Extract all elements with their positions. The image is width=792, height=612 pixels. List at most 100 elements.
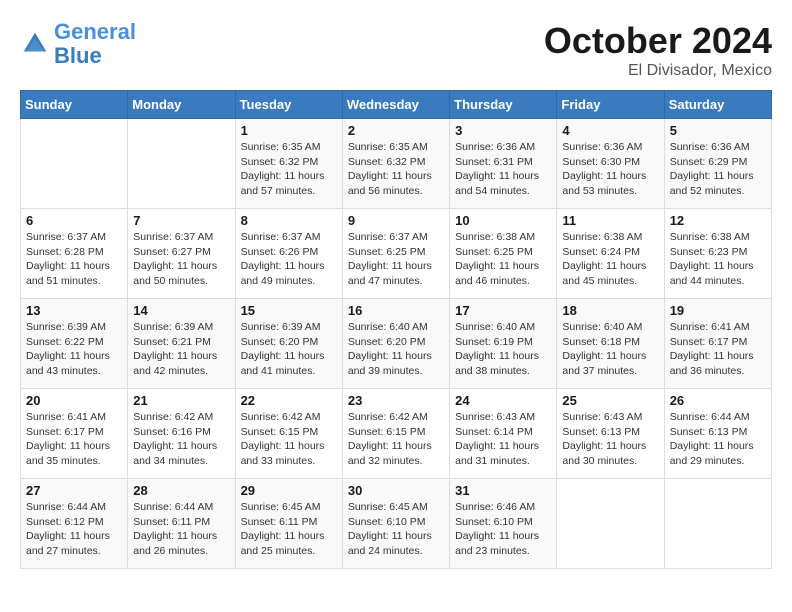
day-info: Sunrise: 6:41 AM Sunset: 6:17 PM Dayligh… xyxy=(26,410,122,469)
day-number: 12 xyxy=(670,213,766,228)
calendar-cell: 1Sunrise: 6:35 AM Sunset: 6:32 PM Daylig… xyxy=(235,119,342,209)
month-title: October 2024 xyxy=(544,20,772,62)
day-info: Sunrise: 6:43 AM Sunset: 6:13 PM Dayligh… xyxy=(562,410,658,469)
day-info: Sunrise: 6:44 AM Sunset: 6:13 PM Dayligh… xyxy=(670,410,766,469)
title-block: October 2024 El Divisador, Mexico xyxy=(544,20,772,80)
calendar-cell: 2 Sunrise: 6:35 AM Sunset: 6:32 PM Daylig… xyxy=(342,119,449,209)
header-tuesday: Tuesday xyxy=(235,91,342,119)
day-number: 31 xyxy=(455,483,551,498)
day-info: Sunrise: 6:36 AM Sunset: 6:29 PM Dayligh… xyxy=(670,140,766,199)
calendar-cell xyxy=(128,119,235,209)
calendar-cell: 10 Sunrise: 6:38 AM Sunset: 6:25 PM Dayli… xyxy=(450,209,557,299)
calendar-cell: 27 Sunrise: 6:44 AM Sunset: 6:12 PM Dayli… xyxy=(21,479,128,569)
calendar-cell: 12 Sunrise: 6:38 AM Sunset: 6:23 PM Dayli… xyxy=(664,209,771,299)
day-info: Sunrise: 6:42 AM Sunset: 6:16 PM Dayligh… xyxy=(133,410,229,469)
day-number: 8 xyxy=(241,213,337,228)
calendar-cell: 28 Sunrise: 6:44 AM Sunset: 6:11 PM Dayli… xyxy=(128,479,235,569)
week-row-2: 6 Sunrise: 6:37 AM Sunset: 6:28 PM Daylig… xyxy=(21,209,772,299)
day-info: Sunrise: 6:39 AM Sunset: 6:21 PM Dayligh… xyxy=(133,320,229,379)
calendar-cell: 29 Sunrise: 6:45 AM Sunset: 6:11 PM Dayli… xyxy=(235,479,342,569)
day-info: Sunrise: 6:36 AM Sunset: 6:30 PM Dayligh… xyxy=(562,140,658,199)
calendar-cell: 30 Sunrise: 6:45 AM Sunset: 6:10 PM Dayli… xyxy=(342,479,449,569)
day-info: Sunrise: 6:43 AM Sunset: 6:14 PM Dayligh… xyxy=(455,410,551,469)
calendar-cell: 6 Sunrise: 6:37 AM Sunset: 6:28 PM Daylig… xyxy=(21,209,128,299)
header-wednesday: Wednesday xyxy=(342,91,449,119)
day-number: 21 xyxy=(133,393,229,408)
day-info: Sunrise: 6:41 AM Sunset: 6:17 PM Dayligh… xyxy=(670,320,766,379)
calendar-cell: 16Sunrise: 6:40 AM Sunset: 6:20 PM Dayli… xyxy=(342,299,449,389)
day-number: 13 xyxy=(26,303,122,318)
calendar-cell xyxy=(557,479,664,569)
calendar-cell: 18Sunrise: 6:40 AM Sunset: 6:18 PM Dayli… xyxy=(557,299,664,389)
day-info: Sunrise: 6:46 AM Sunset: 6:10 PM Dayligh… xyxy=(455,500,551,559)
calendar-cell: 8 Sunrise: 6:37 AM Sunset: 6:26 PM Daylig… xyxy=(235,209,342,299)
calendar-cell xyxy=(21,119,128,209)
day-info: Sunrise: 6:39 AM Sunset: 6:22 PM Dayligh… xyxy=(26,320,122,379)
day-number: 6 xyxy=(26,213,122,228)
day-info: Sunrise: 6:37 AM Sunset: 6:26 PM Dayligh… xyxy=(241,230,337,289)
day-number: 25 xyxy=(562,393,658,408)
day-info: Sunrise: 6:38 AM Sunset: 6:25 PM Dayligh… xyxy=(455,230,551,289)
day-number: 1 xyxy=(241,123,337,138)
day-info: Sunrise: 6:42 AM Sunset: 6:15 PM Dayligh… xyxy=(348,410,444,469)
header-row: Sunday Monday Tuesday Wednesday Thursday… xyxy=(21,91,772,119)
calendar-body: 1 Sunrise: 6:35 AM Sunset: 6:32 PM Daylig… xyxy=(21,119,772,569)
day-number: 18 xyxy=(562,303,658,318)
calendar-cell: 26 Sunrise: 6:44 AM Sunset: 6:13 PM Dayli… xyxy=(664,389,771,479)
calendar-cell: 24 Sunrise: 6:43 AM Sunset: 6:14 PM Dayli… xyxy=(450,389,557,479)
calendar-cell: 23 Sunrise: 6:42 AM Sunset: 6:15 PM Dayli… xyxy=(342,389,449,479)
header-sunday: Sunday xyxy=(21,91,128,119)
calendar-header: Sunday Monday Tuesday Wednesday Thursday… xyxy=(21,91,772,119)
day-number: 7 xyxy=(133,213,229,228)
day-number: 28 xyxy=(133,483,229,498)
calendar-cell: 14Sunrise: 6:39 AM Sunset: 6:21 PM Dayli… xyxy=(128,299,235,389)
calendar-cell: 15 Sunrise: 6:39 AM Sunset: 6:20 PM Dayli… xyxy=(235,299,342,389)
day-number: 10 xyxy=(455,213,551,228)
calendar-cell: 9Sunrise: 6:37 AM Sunset: 6:25 PM Daylig… xyxy=(342,209,449,299)
day-number: 19 xyxy=(670,303,766,318)
day-info: Sunrise: 6:38 AM Sunset: 6:24 PM Dayligh… xyxy=(562,230,658,289)
logo: General Blue xyxy=(20,20,136,68)
day-number: 22 xyxy=(241,393,337,408)
day-number: 2 xyxy=(348,123,444,138)
day-info: Sunrise: 6:44 AM Sunset: 6:11 PM Dayligh… xyxy=(133,500,229,559)
day-number: 11 xyxy=(562,213,658,228)
day-info: Sunrise: 6:37 AM Sunset: 6:27 PM Dayligh… xyxy=(133,230,229,289)
day-number: 24 xyxy=(455,393,551,408)
day-number: 27 xyxy=(26,483,122,498)
day-number: 29 xyxy=(241,483,337,498)
day-info: Sunrise: 6:40 AM Sunset: 6:19 PM Dayligh… xyxy=(455,320,551,379)
header-friday: Friday xyxy=(557,91,664,119)
week-row-5: 27 Sunrise: 6:44 AM Sunset: 6:12 PM Dayli… xyxy=(21,479,772,569)
day-info: Sunrise: 6:38 AM Sunset: 6:23 PM Dayligh… xyxy=(670,230,766,289)
day-number: 30 xyxy=(348,483,444,498)
week-row-3: 13 Sunrise: 6:39 AM Sunset: 6:22 PM Dayli… xyxy=(21,299,772,389)
day-number: 23 xyxy=(348,393,444,408)
day-number: 26 xyxy=(670,393,766,408)
day-number: 20 xyxy=(26,393,122,408)
calendar-cell xyxy=(664,479,771,569)
week-row-1: 1 Sunrise: 6:35 AM Sunset: 6:32 PM Daylig… xyxy=(21,119,772,209)
day-info: Sunrise: 6:44 AM Sunset: 6:12 PM Dayligh… xyxy=(26,500,122,559)
location-subtitle: El Divisador, Mexico xyxy=(544,62,772,80)
day-info: Sunrise: 6:39 AM Sunset: 6:20 PM Dayligh… xyxy=(241,320,337,379)
day-info: Sunrise: 6:35 AM Sunset: 6:32 PM Dayligh… xyxy=(348,140,444,199)
header-monday: Monday xyxy=(128,91,235,119)
calendar-cell: 25 Sunrise: 6:43 AM Sunset: 6:13 PM Dayli… xyxy=(557,389,664,479)
page-header: General Blue October 2024 El Divisador, … xyxy=(20,20,772,80)
day-number: 15 xyxy=(241,303,337,318)
day-info: Sunrise: 6:45 AM Sunset: 6:11 PM Dayligh… xyxy=(241,500,337,559)
day-number: 5 xyxy=(670,123,766,138)
day-info: Sunrise: 6:45 AM Sunset: 6:10 PM Dayligh… xyxy=(348,500,444,559)
calendar-cell: 3 Sunrise: 6:36 AM Sunset: 6:31 PM Daylig… xyxy=(450,119,557,209)
day-number: 3 xyxy=(455,123,551,138)
day-info: Sunrise: 6:37 AM Sunset: 6:28 PM Dayligh… xyxy=(26,230,122,289)
day-number: 16 xyxy=(348,303,444,318)
calendar-cell: 20 Sunrise: 6:41 AM Sunset: 6:17 PM Dayli… xyxy=(21,389,128,479)
calendar-cell: 17Sunrise: 6:40 AM Sunset: 6:19 PM Dayli… xyxy=(450,299,557,389)
week-row-4: 20 Sunrise: 6:41 AM Sunset: 6:17 PM Dayli… xyxy=(21,389,772,479)
logo-blue: Blue xyxy=(54,43,102,68)
calendar-cell: 7 Sunrise: 6:37 AM Sunset: 6:27 PM Daylig… xyxy=(128,209,235,299)
logo-icon xyxy=(20,29,50,59)
day-info: Sunrise: 6:36 AM Sunset: 6:31 PM Dayligh… xyxy=(455,140,551,199)
